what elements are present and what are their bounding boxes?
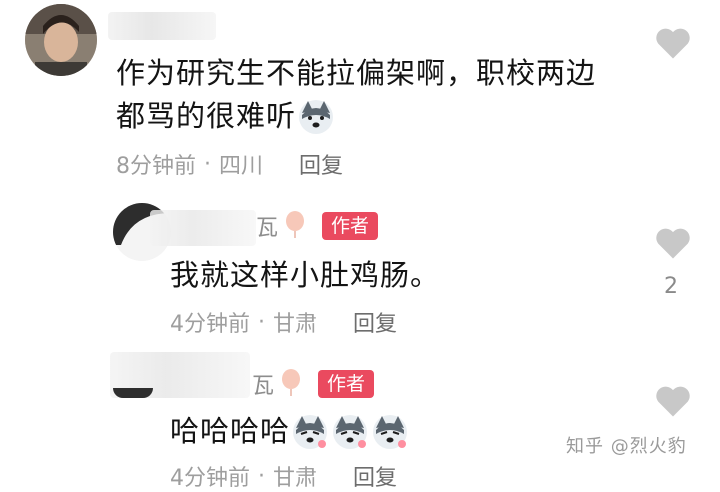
reply-meta-2: 4分钟前 · 甘肃 回复 — [170, 460, 397, 492]
comment-text-line2: 都骂的很难听 — [116, 99, 297, 133]
meta-separator: · — [258, 463, 265, 489]
like-heart-icon[interactable] — [654, 226, 692, 264]
reply-text-2-row: 哈哈哈哈 — [170, 410, 408, 453]
commenter-avatar[interactable] — [25, 4, 97, 76]
husky-emoji — [298, 99, 334, 135]
comment-text-line2-row: 都骂的很难听 — [116, 95, 636, 138]
balloon-icon — [280, 368, 302, 400]
reply-location-1: 甘肃 — [273, 312, 318, 337]
reply-header-2: 瓦 作者 — [252, 368, 375, 400]
reply-button[interactable]: 回复 — [353, 306, 397, 338]
reply-name-1: 瓦 — [256, 216, 279, 241]
author-badge: 作者 — [318, 370, 375, 398]
comment-text-line1: 作为研究生不能拉偏架啊，职校两边 — [116, 56, 597, 90]
meta-separator: · — [258, 309, 265, 335]
reply-text-1: 我就这样小肚鸡肠。 — [170, 258, 441, 292]
reply-location-2: 甘肃 — [273, 466, 318, 491]
author-badge: 作者 — [322, 212, 379, 240]
reply-text-2: 哈哈哈哈 — [170, 414, 291, 448]
watermark: 知乎 @烈火豹 — [566, 436, 687, 457]
reply-avatar-2[interactable] — [113, 388, 153, 398]
balloon-icon — [284, 210, 306, 242]
reply-meta-1: 4分钟前 · 甘肃 回复 — [170, 306, 397, 338]
reply-button[interactable]: 回复 — [353, 460, 397, 492]
reply-time-2: 4分钟前 — [170, 466, 250, 491]
husky-emoji — [332, 414, 368, 450]
husky-emoji — [292, 414, 328, 450]
comment-time: 8分钟前 — [116, 154, 196, 179]
reply-time-1: 4分钟前 — [170, 312, 250, 337]
like-count: 2 — [664, 274, 678, 299]
reply-header-1: 瓦 作者 — [256, 210, 379, 242]
comment-text: 作为研究生不能拉偏架啊，职校两边 都骂的很难听 — [116, 52, 636, 138]
like-heart-icon[interactable] — [654, 26, 692, 64]
husky-emoji — [372, 414, 408, 450]
like-heart-icon[interactable] — [654, 384, 692, 422]
reply-name-blurred-1[interactable] — [150, 210, 256, 246]
meta-separator: · — [204, 151, 211, 177]
reply-name-2: 瓦 — [252, 374, 275, 399]
reply-button[interactable]: 回复 — [299, 148, 343, 180]
comment-location: 四川 — [219, 154, 264, 179]
comment-meta: 8分钟前 · 四川 回复 — [116, 148, 343, 180]
commenter-name-blurred[interactable] — [108, 12, 216, 40]
